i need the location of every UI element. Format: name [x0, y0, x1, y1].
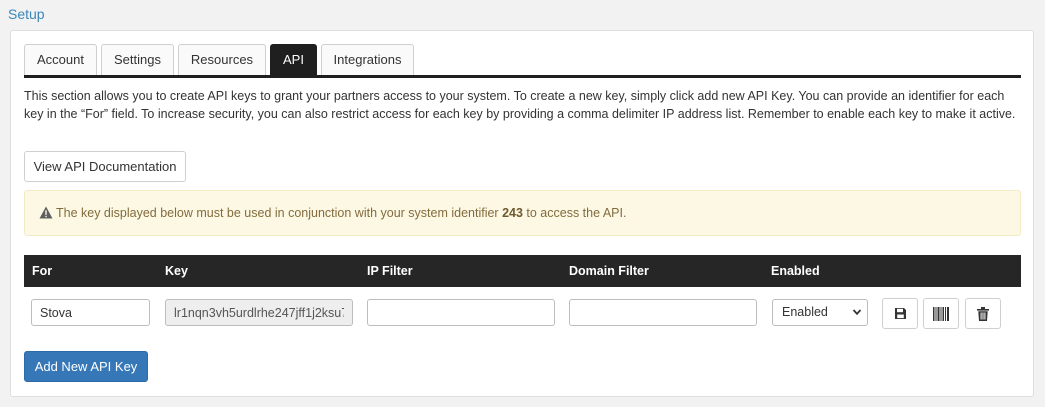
alert-text-before: The key displayed below must be used in …	[56, 206, 503, 220]
trash-icon	[977, 306, 989, 321]
page-title: Setup	[8, 6, 45, 22]
system-identifier-alert: The key displayed below must be used in …	[24, 190, 1021, 236]
add-new-api-key-button[interactable]: Add New API Key	[24, 351, 148, 382]
api-description: This section allows you to create API ke…	[24, 89, 1016, 121]
warning-icon	[39, 206, 53, 219]
system-identifier-value: 243	[502, 206, 523, 220]
header-domain-filter: Domain Filter	[569, 264, 649, 278]
header-for: For	[32, 264, 53, 278]
chevron-down-icon	[852, 309, 862, 316]
save-icon	[894, 308, 906, 319]
barcode-button[interactable]	[923, 298, 959, 329]
header-ip-filter: IP Filter	[367, 264, 413, 278]
domain-filter-input[interactable]	[569, 299, 757, 326]
api-keys-table: For Key IP Filter Domain Filter Enabled …	[24, 255, 1021, 337]
setup-panel: Account Settings Resources API Integrati…	[10, 30, 1034, 397]
enabled-select-value: Enabled	[782, 305, 828, 319]
tab-api[interactable]: API	[270, 44, 317, 75]
for-input[interactable]	[31, 299, 150, 326]
table-row: Enabled	[24, 287, 1021, 337]
tab-account[interactable]: Account	[24, 44, 97, 75]
tab-settings[interactable]: Settings	[101, 44, 174, 75]
header-enabled: Enabled	[771, 264, 820, 278]
tab-bar: Account Settings Resources API Integrati…	[24, 44, 1021, 78]
view-api-documentation-button[interactable]: View API Documentation	[24, 151, 186, 182]
barcode-icon	[933, 306, 949, 321]
tab-integrations[interactable]: Integrations	[321, 44, 414, 75]
ip-filter-input[interactable]	[367, 299, 555, 326]
save-key-button[interactable]	[882, 298, 918, 329]
delete-key-button[interactable]	[965, 298, 1001, 329]
table-header: For Key IP Filter Domain Filter Enabled	[24, 255, 1021, 287]
tab-resources[interactable]: Resources	[178, 44, 266, 75]
alert-text-after: to access the API.	[522, 206, 627, 220]
enabled-select[interactable]: Enabled	[772, 299, 868, 326]
api-key-field[interactable]	[165, 299, 353, 326]
header-key: Key	[165, 264, 188, 278]
